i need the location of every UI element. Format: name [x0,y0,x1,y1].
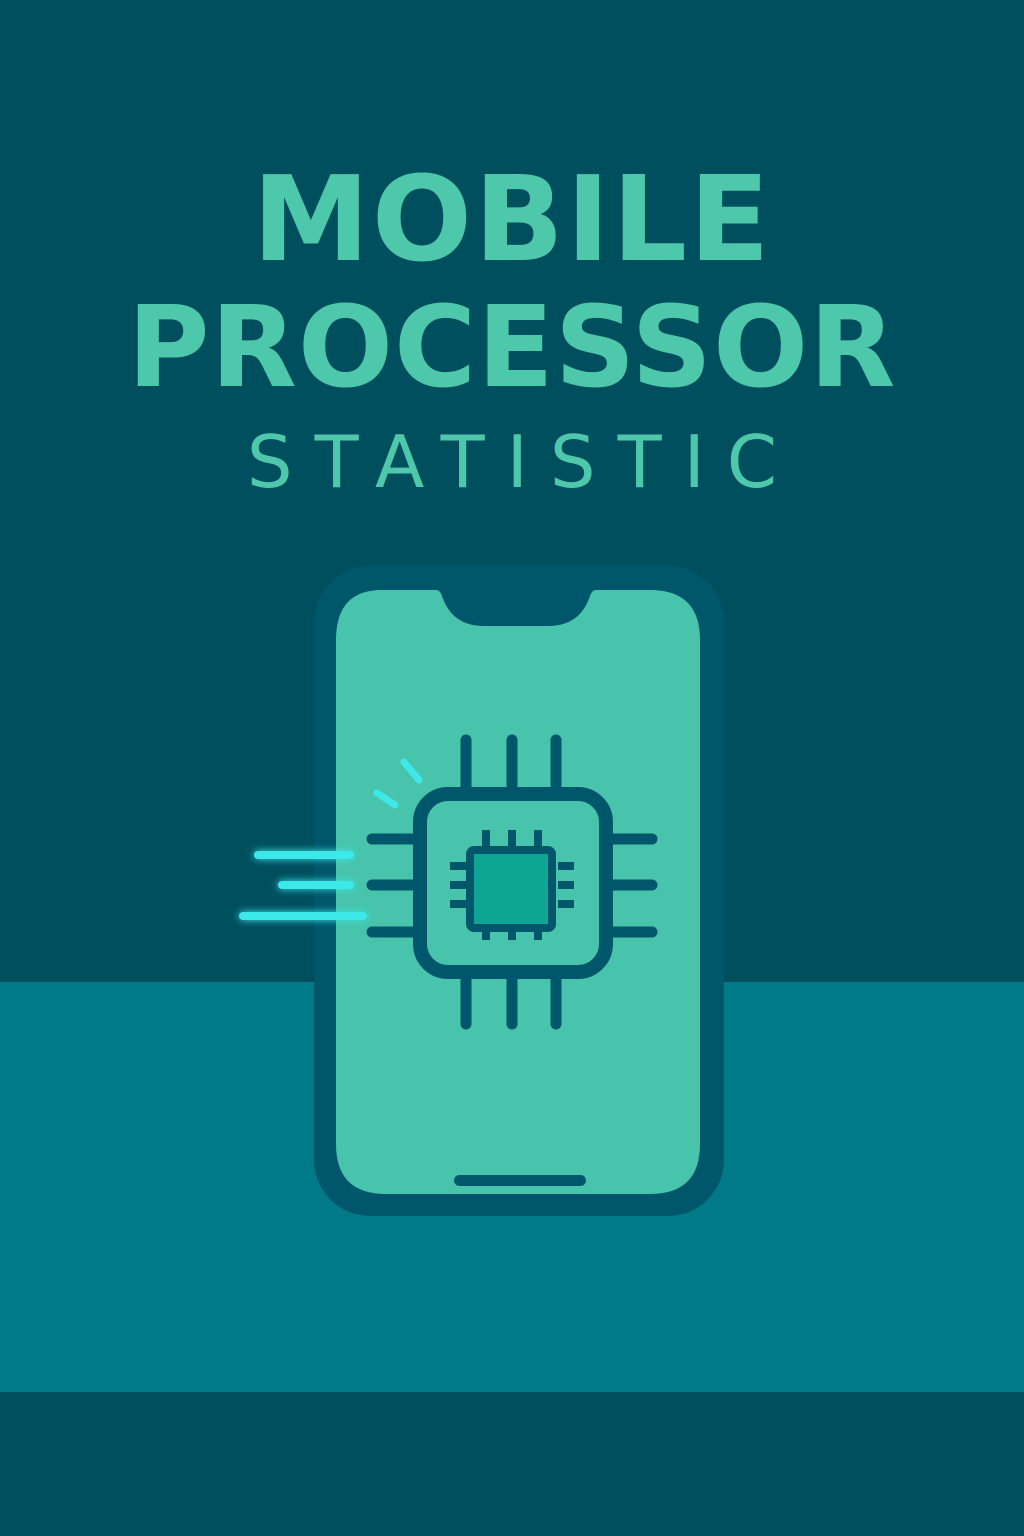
phone-home-bar [454,1175,586,1186]
phone-speaker [476,604,562,615]
title-line-1: MOBILE [252,150,772,288]
phone-illustration [239,566,724,1216]
subtitle: STATISTIC [246,420,800,504]
background-bottom [0,1392,1024,1536]
title-line-2: PROCESSOR [127,283,897,413]
